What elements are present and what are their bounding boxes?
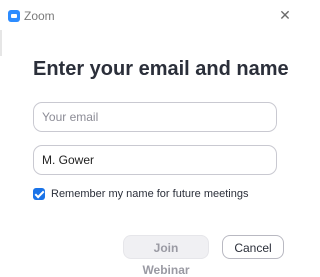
window-edge bbox=[0, 30, 2, 56]
dialog-heading: Enter your email and name bbox=[33, 58, 289, 80]
email-field[interactable] bbox=[33, 102, 277, 132]
cancel-button[interactable]: Cancel bbox=[222, 235, 284, 259]
close-icon[interactable]: ✕ bbox=[276, 6, 294, 24]
zoom-logo-icon bbox=[8, 10, 20, 22]
window-title: Zoom bbox=[24, 9, 55, 23]
remember-name-checkbox[interactable] bbox=[33, 188, 45, 200]
title-bar: Zoom ✕ bbox=[0, 0, 302, 30]
name-field[interactable] bbox=[33, 145, 277, 175]
zoom-join-dialog: Zoom ✕ Enter your email and name Remembe… bbox=[0, 0, 302, 277]
join-webinar-button[interactable]: Join Webinar bbox=[123, 235, 209, 277]
remember-name-label[interactable]: Remember my name for future meetings bbox=[51, 188, 248, 201]
